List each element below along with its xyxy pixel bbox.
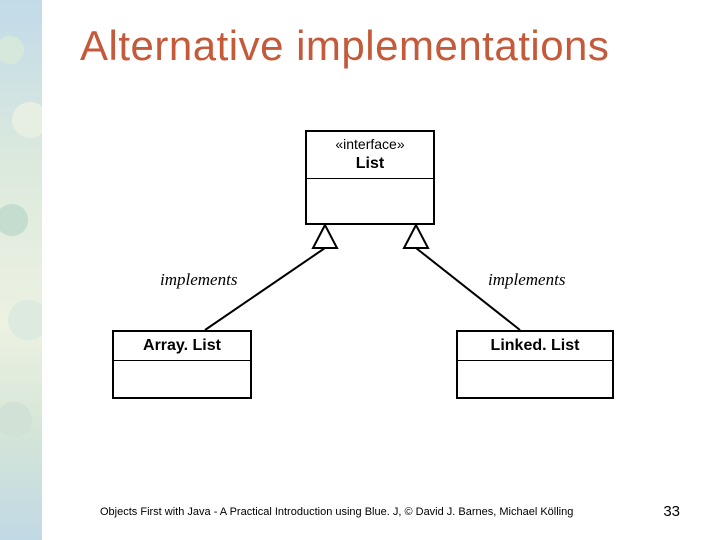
implements-label-left: implements xyxy=(160,270,237,290)
slide-title: Alternative implementations xyxy=(80,22,700,70)
uml-box-body xyxy=(114,361,250,397)
uml-diagram: «interface» List Array. List Linked. Lis… xyxy=(100,120,640,450)
stereotype-label: «interface» xyxy=(315,136,425,154)
page-number: 33 xyxy=(663,503,680,520)
uml-class-arraylist: Array. List xyxy=(112,330,252,399)
uml-box-header: Array. List xyxy=(114,332,250,361)
footer-citation: Objects First with Java - A Practical In… xyxy=(100,506,573,518)
uml-box-header: «interface» List xyxy=(307,132,433,179)
uml-interface-list: «interface» List xyxy=(305,130,435,225)
class-name: Array. List xyxy=(143,337,221,354)
uml-box-body xyxy=(458,361,612,397)
slide: Alternative implementations «interface» … xyxy=(0,0,720,540)
uml-box-header: Linked. List xyxy=(458,332,612,361)
interface-name: List xyxy=(356,155,384,172)
class-name: Linked. List xyxy=(491,337,580,354)
decorative-left-stripe xyxy=(0,0,42,540)
uml-class-linkedlist: Linked. List xyxy=(456,330,614,399)
implements-label-right: implements xyxy=(488,270,565,290)
uml-box-body xyxy=(307,179,433,223)
